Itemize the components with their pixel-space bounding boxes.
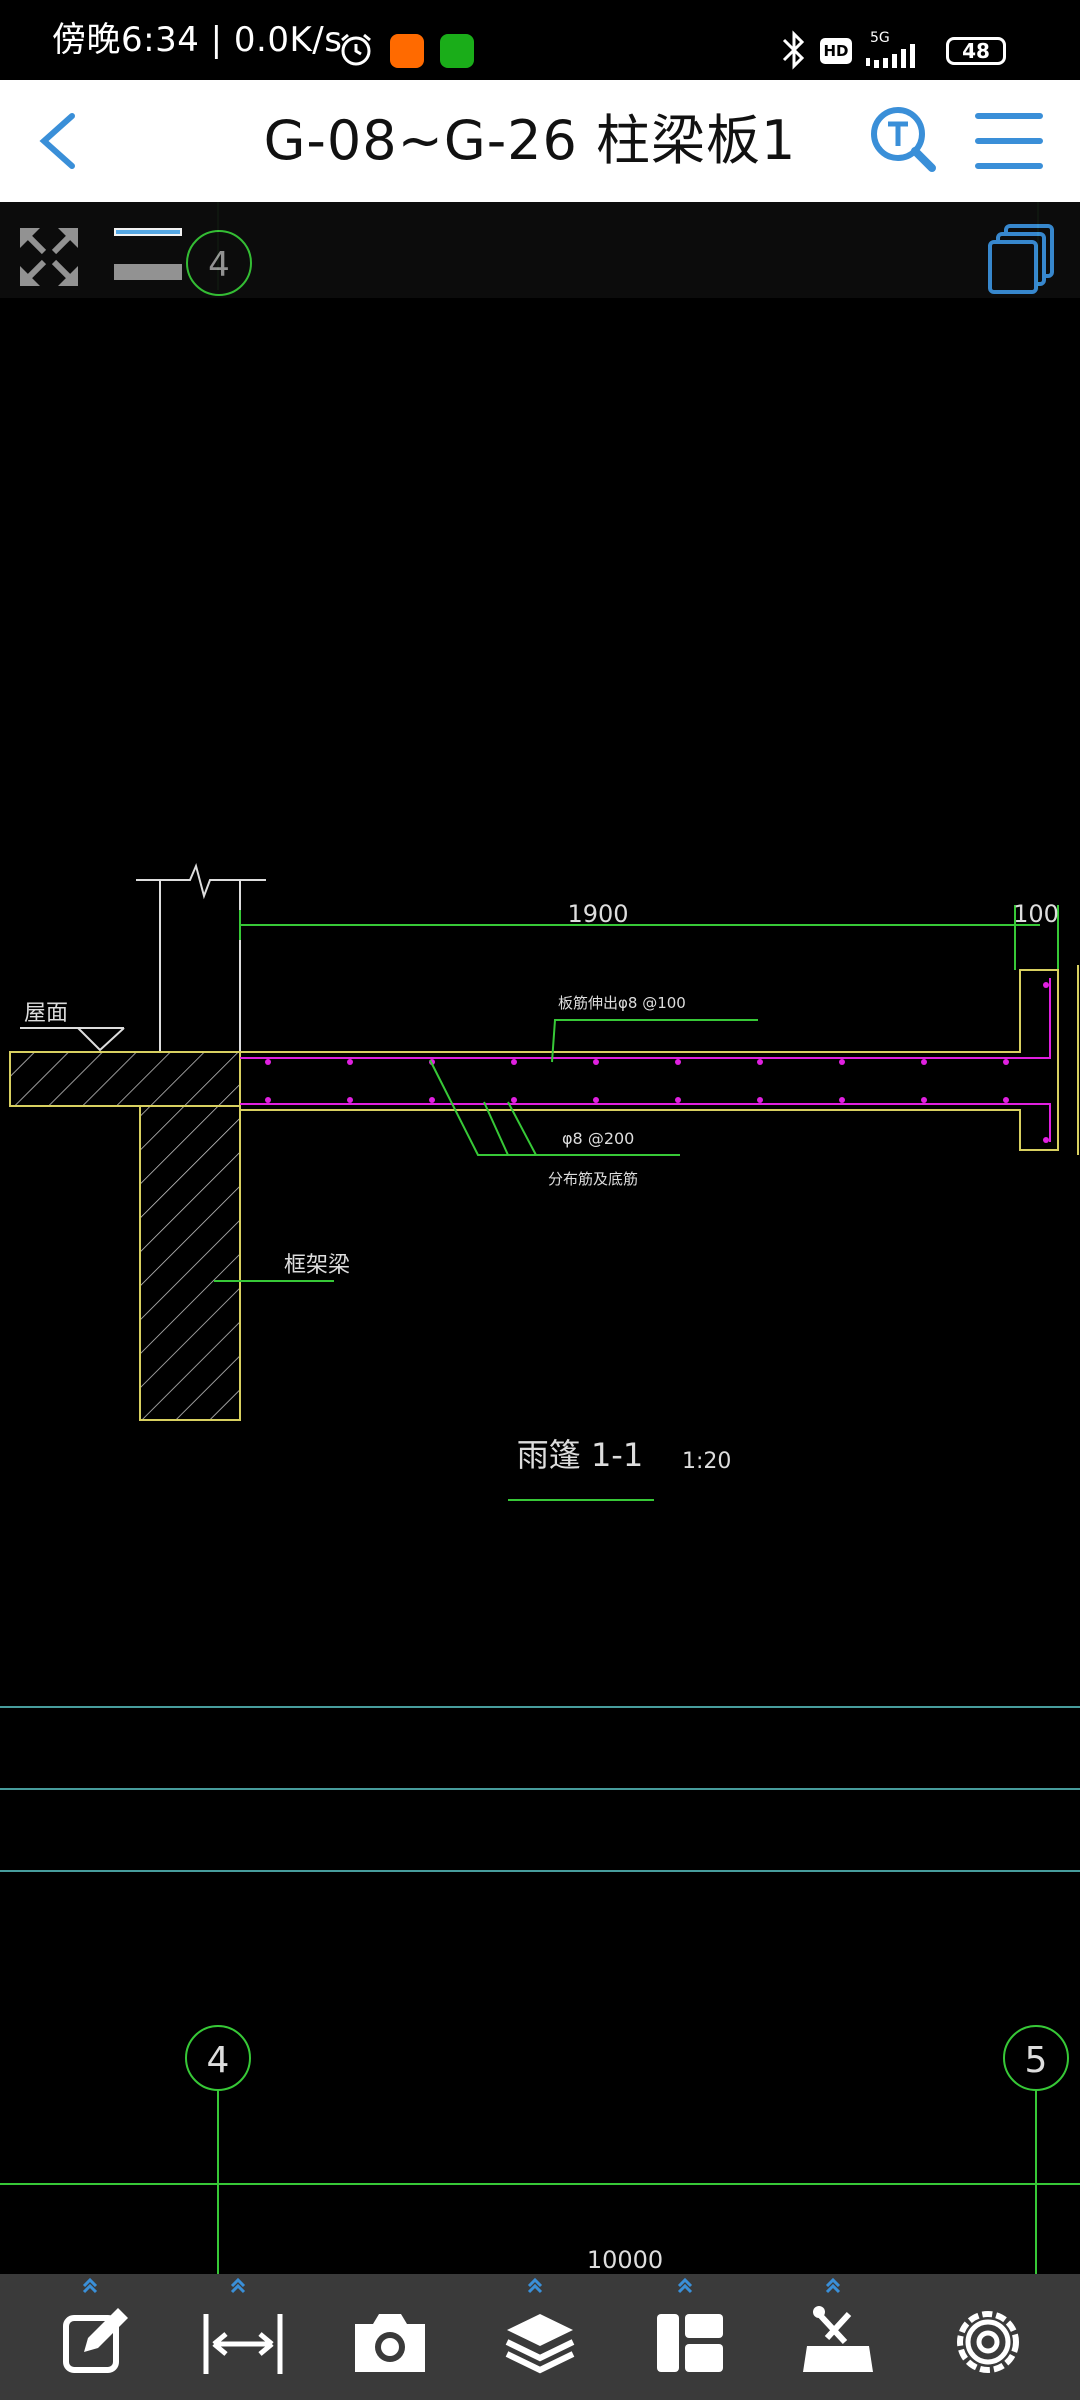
frame-beam-section — [139, 1105, 241, 1421]
dimension-100: 100 — [1013, 900, 1059, 928]
battery-icon: 48 — [946, 37, 1006, 65]
axis-bubble-top: 4 — [186, 230, 252, 296]
wechat-icon — [440, 34, 474, 68]
roof-marker — [77, 1027, 125, 1052]
back-icon[interactable] — [30, 108, 90, 174]
status-time-speed: 傍晚6:34 | 0.0K/s — [52, 20, 343, 60]
status-bar: 傍晚6:34 | 0.0K/s HD 5G 48 — [0, 0, 1080, 80]
svg-text:4: 4 — [208, 245, 230, 285]
alarm-icon — [341, 33, 371, 66]
rebar-mid-leader — [429, 1059, 680, 1156]
rebar-top-label: 板筋伸出φ8 @100 — [558, 994, 686, 1012]
text-search-icon[interactable] — [868, 104, 938, 174]
panel-layout-tool[interactable] — [635, 2274, 745, 2400]
break-line — [136, 862, 266, 900]
edit-tool[interactable] — [40, 2274, 150, 2400]
dimension-10000: 10000 — [587, 2246, 663, 2274]
toolbox-tool[interactable] — [783, 2274, 893, 2400]
bluetooth-icon — [782, 30, 805, 70]
edit-icon — [63, 2277, 128, 2373]
camera-icon — [355, 2314, 425, 2372]
roof-slab-section — [9, 1051, 241, 1107]
roof-label: 屋面 — [24, 1001, 68, 1026]
fullscreen-icon[interactable] — [16, 224, 82, 290]
signal-icon — [866, 44, 915, 68]
section-title: 雨篷 1-1 — [517, 1436, 643, 1474]
rebar-top-leader — [551, 1019, 758, 1063]
mi-app-icon — [390, 34, 424, 68]
axis-label-5: 5 — [1025, 2040, 1048, 2081]
page-title: G-08~G-26 柱梁板1 — [263, 109, 797, 172]
app-header: G-08~G-26 柱梁板1 — [0, 80, 1080, 202]
measure-icon — [203, 2277, 283, 2374]
layers-tool[interactable] — [485, 2274, 595, 2400]
menu-icon[interactable] — [974, 108, 1044, 174]
bottom-toolbar — [0, 2274, 1080, 2400]
dimension-1900: 1900 — [567, 900, 628, 928]
view-toolbar: 4 — [0, 202, 1080, 298]
beam-label: 框架梁 — [284, 1253, 350, 1278]
section-scale: 1:20 — [682, 1449, 731, 1474]
settings-icon — [957, 2311, 1019, 2373]
layer-color-icon[interactable] — [114, 228, 184, 280]
rebar-top — [240, 978, 1051, 1059]
rebar-bottom-label: 分布筋及底筋 — [548, 1170, 638, 1188]
axis-label-4: 4 — [207, 2040, 230, 2081]
panel-layout-icon — [657, 2277, 723, 2372]
layout-stack-icon[interactable] — [988, 222, 1058, 294]
settings-tool[interactable] — [933, 2274, 1043, 2400]
toolbox-icon — [803, 2277, 873, 2372]
camera-tool[interactable] — [335, 2274, 445, 2400]
layers-icon — [505, 2277, 575, 2374]
hd-badge: HD — [820, 38, 852, 64]
cad-canvas[interactable]: 1900 100 屋面 板筋伸出φ8 @100 φ8 @200 分布筋及底筋 框… — [0, 202, 1080, 2274]
rebar-mid-label: φ8 @200 — [562, 1129, 634, 1148]
measure-tool[interactable] — [188, 2274, 298, 2400]
